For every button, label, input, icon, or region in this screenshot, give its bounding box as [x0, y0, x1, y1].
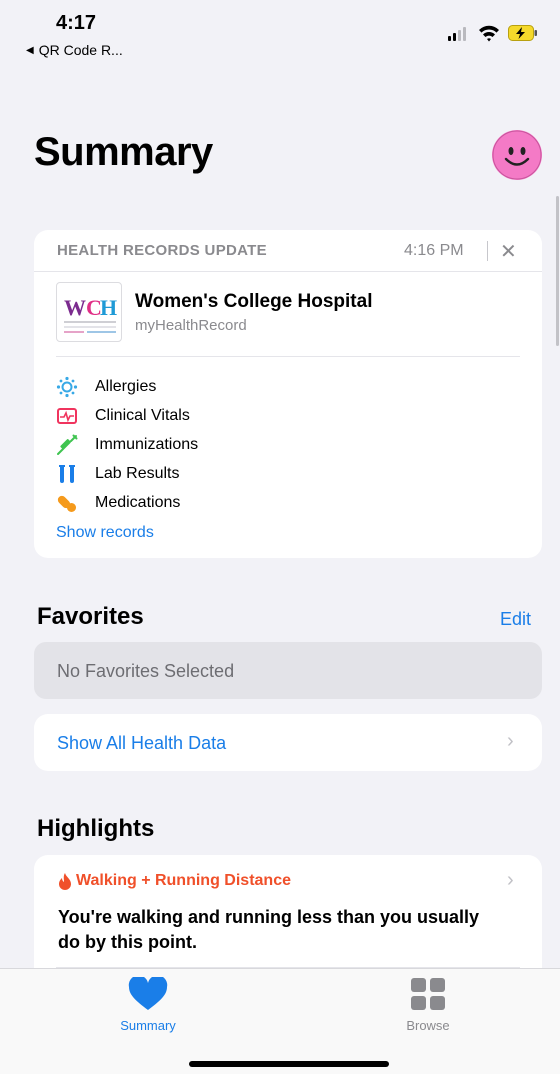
- record-label: Lab Results: [95, 464, 180, 482]
- tab-summary-label: Summary: [120, 1018, 176, 1033]
- grid-icon: [411, 978, 445, 1010]
- hospital-subtitle: myHealthRecord: [135, 317, 247, 334]
- records-list: Allergies Clinical Vitals Immunizations …: [56, 372, 198, 517]
- logo-w: W: [64, 295, 86, 320]
- smiley-face-icon: [492, 130, 542, 180]
- heart-icon: [128, 975, 168, 1010]
- divider: [56, 356, 520, 357]
- record-label: Immunizations: [95, 435, 199, 453]
- record-item-clinical-vitals: Clinical Vitals: [56, 401, 198, 430]
- status-time: 4:17: [56, 12, 97, 34]
- favorites-title: Favorites: [37, 603, 144, 630]
- show-all-health-data-button[interactable]: Show All Health Data ›: [34, 714, 542, 771]
- health-records-time: 4:16 PM: [404, 242, 464, 259]
- highlight-metric-label: Walking + Running Distance: [76, 872, 291, 889]
- health-records-header: HEALTH RECORDS UPDATE 4:16 PM ✕: [34, 230, 542, 272]
- chevron-right-icon: ›: [507, 730, 514, 752]
- back-to-app-button[interactable]: ◀ QR Code R...: [26, 42, 123, 58]
- home-indicator[interactable]: [189, 1061, 389, 1067]
- chevron-right-icon: ›: [507, 869, 514, 891]
- hospital-name: Women's College Hospital: [135, 291, 373, 312]
- no-favorites-label: No Favorites Selected: [57, 661, 235, 681]
- health-records-card[interactable]: HEALTH RECORDS UPDATE 4:16 PM ✕ W C H Wo…: [34, 230, 542, 558]
- record-item-lab-results: Lab Results: [56, 459, 198, 488]
- record-label: Clinical Vitals: [95, 406, 190, 424]
- record-label: Allergies: [95, 377, 157, 395]
- cellular-signal-icon: [448, 27, 466, 41]
- close-icon[interactable]: ✕: [500, 239, 517, 264]
- no-favorites-placeholder: No Favorites Selected: [34, 642, 542, 699]
- avatar[interactable]: [492, 130, 542, 180]
- tab-bar: Summary Browse: [0, 968, 560, 1074]
- lab-results-icon: [56, 463, 78, 485]
- highlight-metric: Walking + Running Distance: [58, 872, 291, 890]
- page-title: Summary: [34, 130, 213, 174]
- show-records-link[interactable]: Show records: [56, 524, 154, 542]
- record-label: Medications: [95, 493, 181, 511]
- record-item-medications: Medications: [56, 488, 198, 517]
- highlights-title: Highlights: [37, 815, 155, 842]
- health-records-header-label: HEALTH RECORDS UPDATE: [57, 242, 267, 259]
- wifi-icon: [479, 25, 499, 42]
- show-all-label: Show All Health Data: [57, 733, 227, 753]
- edit-favorites-button[interactable]: Edit: [500, 609, 531, 630]
- hospital-logo: W C H: [56, 282, 122, 342]
- clinical-vitals-icon: [56, 405, 78, 427]
- allergies-icon: [56, 376, 78, 398]
- immunizations-icon: [56, 434, 78, 456]
- tab-browse[interactable]: Browse: [368, 977, 488, 1033]
- tab-summary[interactable]: Summary: [88, 975, 208, 1033]
- scrollbar[interactable]: [556, 196, 559, 346]
- medications-icon: [56, 492, 78, 514]
- battery-charging-icon: [508, 25, 537, 41]
- flame-icon: [59, 872, 71, 890]
- record-item-allergies: Allergies: [56, 372, 198, 401]
- logo-h: H: [100, 295, 117, 320]
- back-triangle-icon: ◀: [26, 44, 34, 56]
- record-item-immunizations: Immunizations: [56, 430, 198, 459]
- tab-browse-label: Browse: [406, 1018, 450, 1033]
- highlight-text: You're walking and running less than you…: [58, 907, 480, 952]
- back-app-label: QR Code R...: [38, 42, 123, 58]
- header-divider: [487, 241, 488, 261]
